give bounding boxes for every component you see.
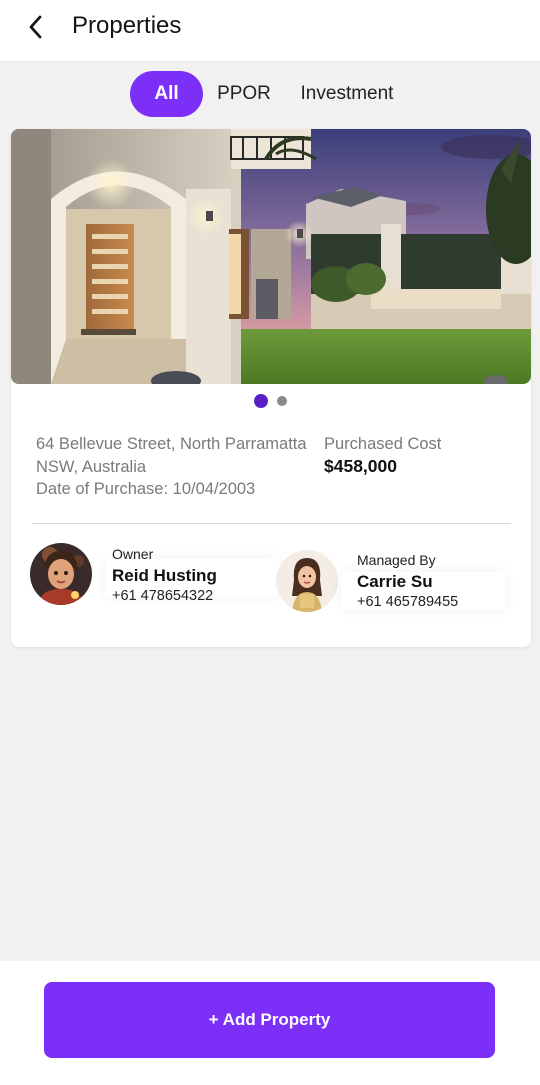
carousel-dot-1[interactable] (254, 394, 268, 408)
divider (32, 523, 511, 524)
purchase-date: Date of Purchase: 10/04/2003 (36, 480, 256, 498)
owner-phone: +61 478654322 (112, 588, 214, 604)
address-line-2: NSW, Australia (36, 457, 147, 476)
property-address: 64 Bellevue Street, North Parramatta NSW… (36, 433, 326, 501)
tab-investment[interactable]: Investment (292, 71, 402, 117)
tab-ppor[interactable]: PPOR (211, 71, 277, 117)
footer-bar: + Add Property (0, 961, 540, 1085)
tab-all[interactable]: All (130, 71, 203, 117)
purchased-cost-label: Purchased Cost (324, 435, 442, 453)
owner-avatar (30, 543, 92, 605)
carousel-dot-2[interactable] (277, 396, 287, 406)
manager-name: Carrie Su (357, 572, 433, 591)
page-title: Properties (72, 12, 182, 39)
back-button[interactable] (18, 10, 54, 44)
purchased-cost-value: $458,000 (324, 456, 397, 476)
app-header: Properties (0, 0, 540, 62)
owner-name: Reid Husting (112, 566, 217, 585)
manager-avatar (276, 550, 338, 612)
filter-tabs: All PPOR Investment (0, 70, 540, 118)
owner-role: Owner (112, 546, 154, 562)
chevron-left-icon (29, 15, 42, 39)
add-property-button[interactable]: + Add Property (44, 982, 495, 1058)
property-card[interactable]: 64 Bellevue Street, North Parramatta NSW… (11, 129, 531, 647)
address-line-1: 64 Bellevue Street, North Parramatta (36, 435, 307, 453)
manager-phone: +61 465789455 (357, 594, 459, 610)
manager-role: Managed By (357, 552, 436, 568)
carousel-indicator (11, 394, 531, 408)
property-photo[interactable] (11, 129, 531, 384)
